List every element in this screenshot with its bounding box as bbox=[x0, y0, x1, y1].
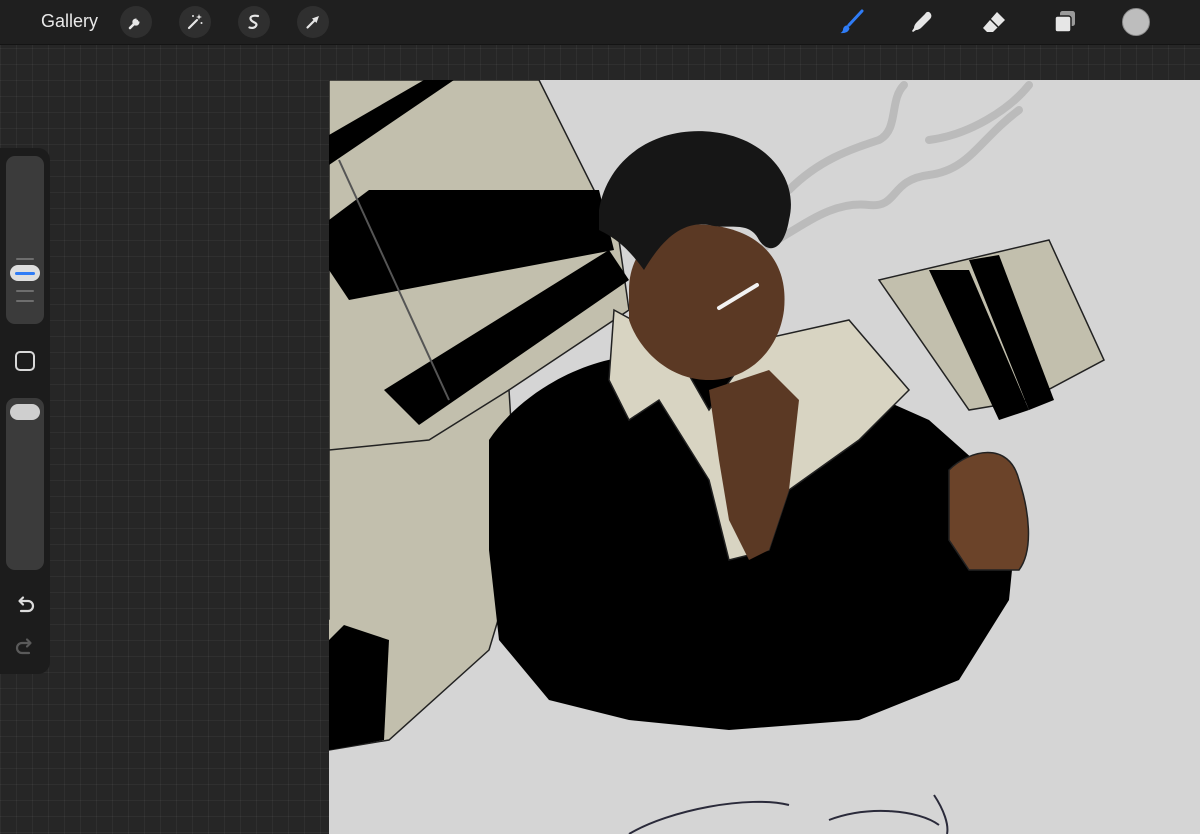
color-picker-button[interactable] bbox=[1122, 8, 1150, 36]
arrow-cursor-icon bbox=[306, 16, 319, 29]
brush-opacity-slider[interactable] bbox=[6, 398, 44, 570]
redo-icon[interactable] bbox=[13, 636, 37, 660]
left-sidebar bbox=[0, 148, 50, 674]
gallery-button[interactable]: Gallery bbox=[41, 11, 98, 32]
actions-button[interactable] bbox=[120, 6, 152, 38]
top-toolbar: Gallery bbox=[0, 0, 1200, 45]
brush-size-slider[interactable] bbox=[6, 156, 44, 324]
brush-size-thumb[interactable] bbox=[10, 265, 40, 281]
drawing-canvas[interactable] bbox=[329, 80, 1200, 834]
paintbrush-icon bbox=[840, 9, 864, 34]
layers-button[interactable] bbox=[1049, 6, 1081, 38]
eraser-icon bbox=[983, 12, 1005, 32]
selection-button[interactable] bbox=[238, 6, 270, 38]
smudge-tool-button[interactable] bbox=[906, 6, 938, 38]
size-tick bbox=[16, 258, 34, 260]
selection-s-icon bbox=[248, 14, 260, 30]
transform-button[interactable] bbox=[297, 6, 329, 38]
artwork-illustration bbox=[329, 80, 1105, 834]
undo-icon[interactable] bbox=[13, 594, 37, 618]
brush-tool-button[interactable] bbox=[836, 6, 868, 38]
layers-icon bbox=[1054, 11, 1075, 33]
adjustments-button[interactable] bbox=[179, 6, 211, 38]
eraser-tool-button[interactable] bbox=[978, 6, 1010, 38]
wrench-icon bbox=[128, 18, 140, 30]
magic-wand-icon bbox=[187, 14, 203, 30]
size-tick bbox=[16, 300, 34, 302]
modify-button[interactable] bbox=[15, 351, 35, 371]
brush-opacity-thumb[interactable] bbox=[10, 404, 40, 420]
size-tick bbox=[16, 290, 34, 292]
smudge-finger-icon bbox=[912, 11, 932, 32]
